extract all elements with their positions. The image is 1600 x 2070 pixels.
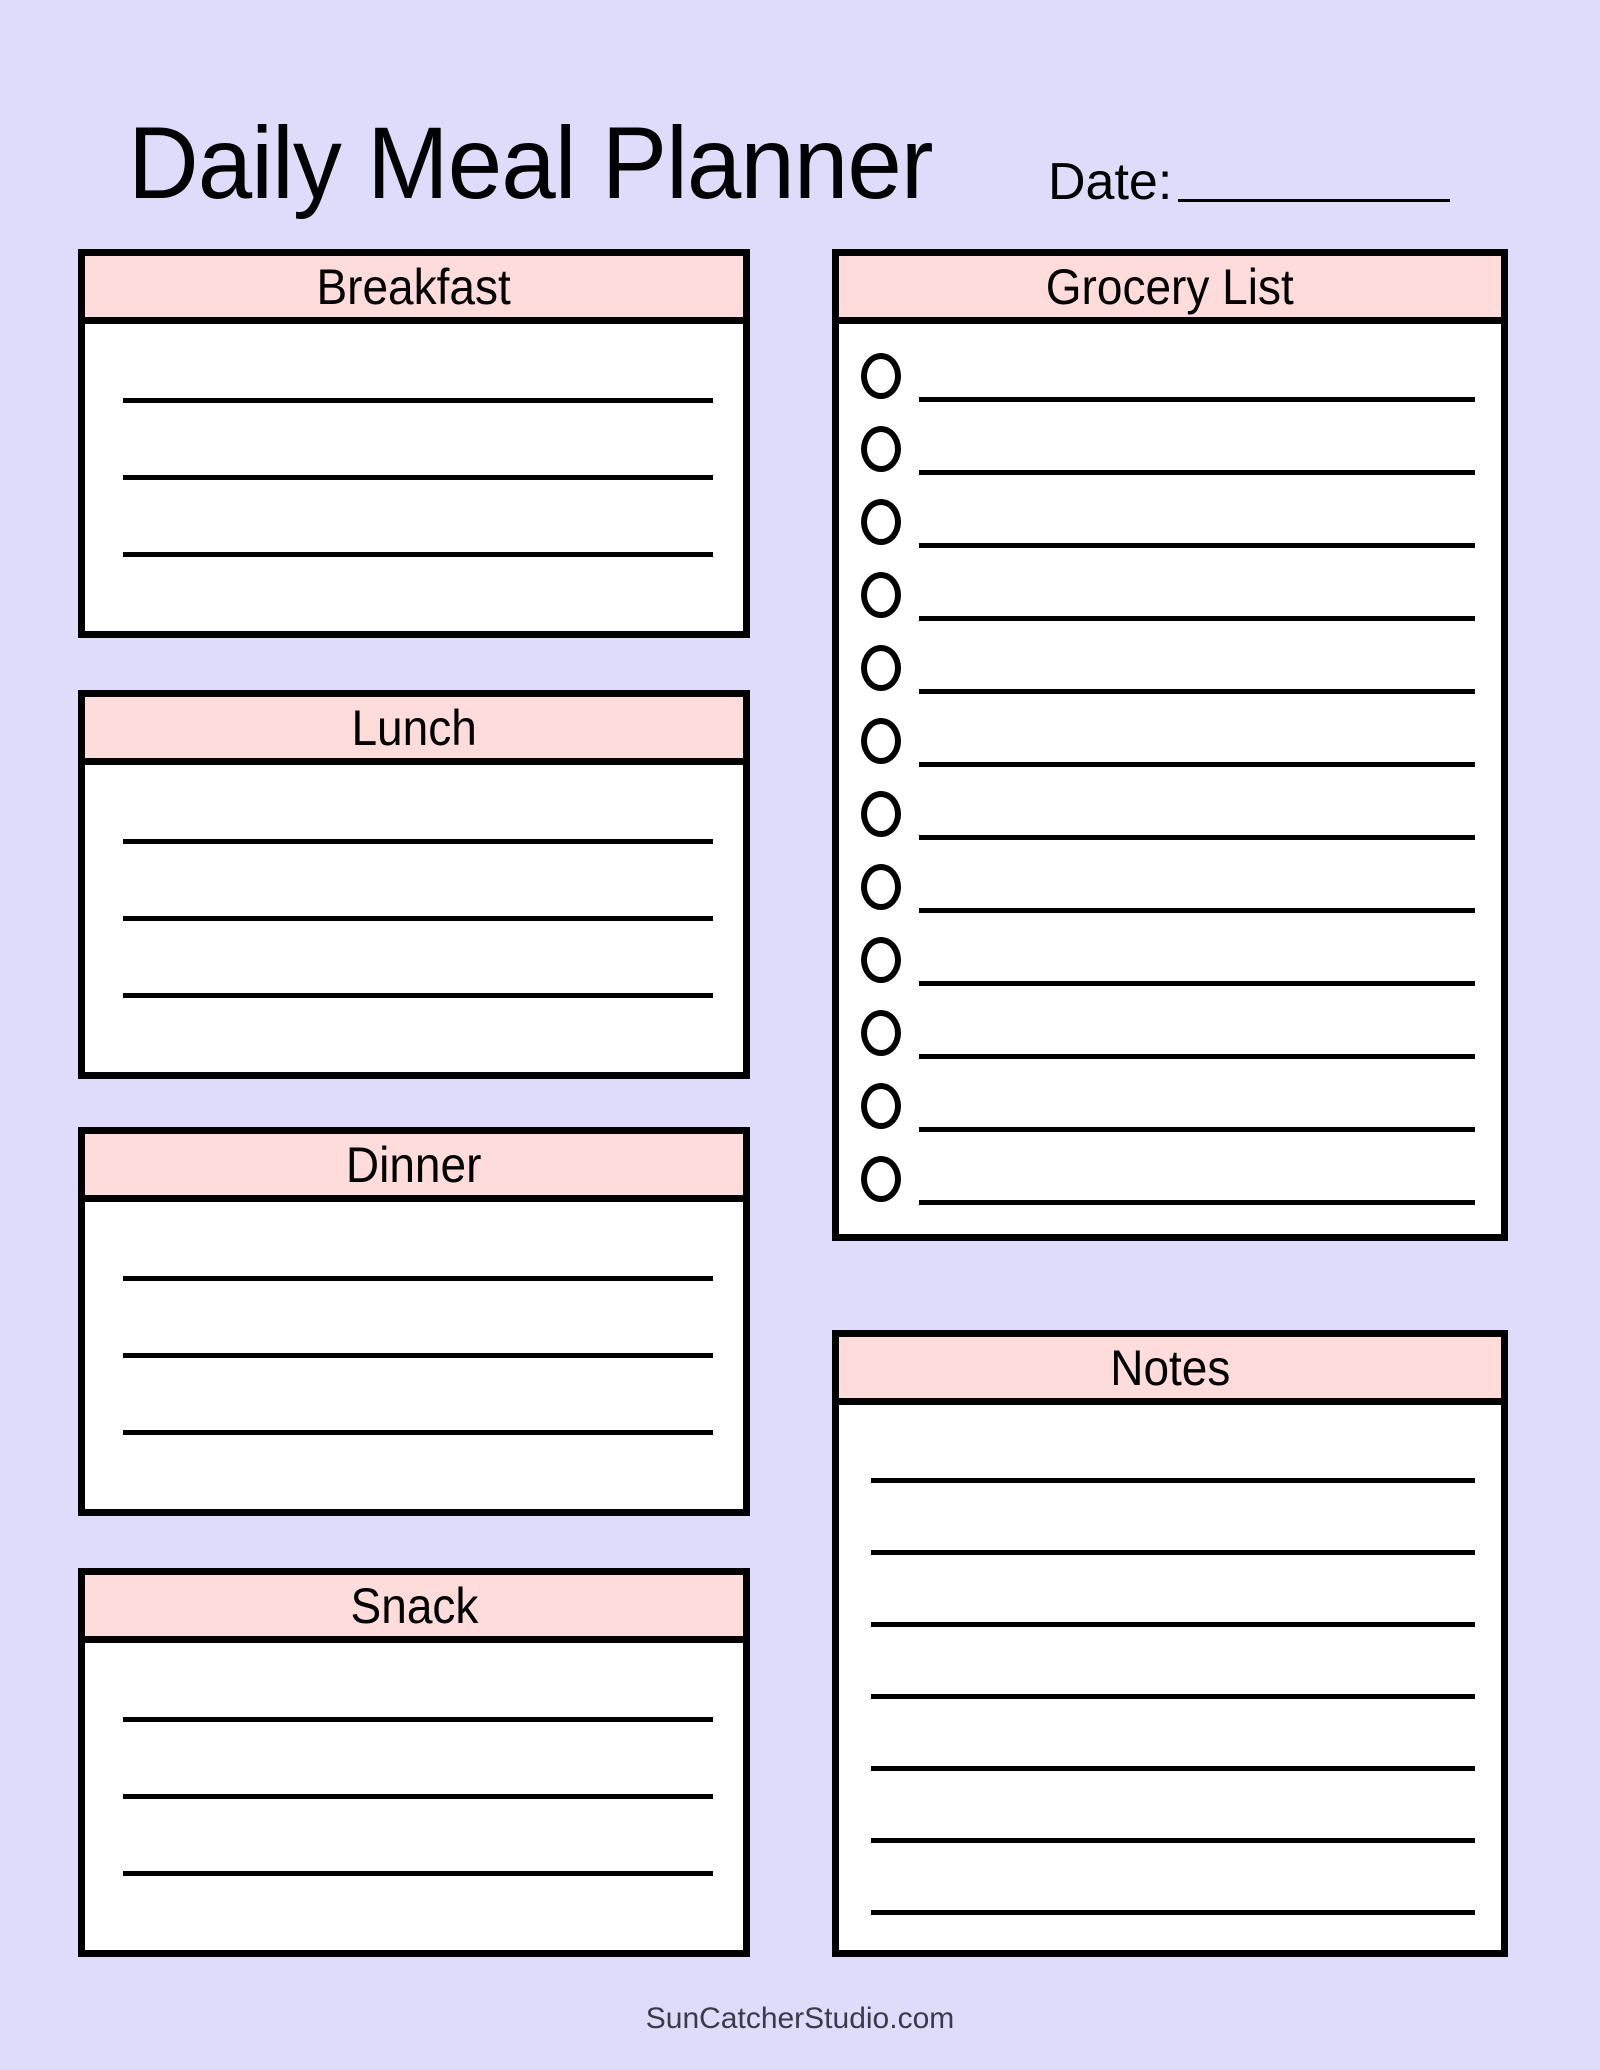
- panel-snack-header: Snack: [85, 1575, 743, 1643]
- date-input-rule[interactable]: [1178, 199, 1451, 202]
- grocery-row[interactable]: [861, 1076, 1475, 1136]
- grocery-item-line[interactable]: [919, 762, 1475, 767]
- grocery-row[interactable]: [861, 857, 1475, 917]
- circle-checkbox-icon[interactable]: [861, 499, 901, 545]
- panel-snack-title: Snack: [350, 1577, 478, 1634]
- page-header: Daily Meal Planner Date:: [0, 60, 1600, 214]
- notes-line-2[interactable]: [871, 1550, 1475, 1555]
- breakfast-line-1[interactable]: [123, 398, 713, 403]
- dinner-lines: [123, 1202, 713, 1509]
- panel-lunch: Lunch: [78, 690, 750, 1079]
- notes-line-5[interactable]: [871, 1766, 1475, 1771]
- snack-line-3[interactable]: [123, 1871, 713, 1876]
- grocery-row[interactable]: [861, 711, 1475, 771]
- circle-checkbox-icon[interactable]: [861, 937, 901, 983]
- dinner-line-1[interactable]: [123, 1276, 713, 1281]
- grocery-row[interactable]: [861, 419, 1475, 479]
- panel-breakfast-title: Breakfast: [316, 258, 512, 315]
- panel-grocery-list: Grocery List: [832, 249, 1508, 1241]
- grocery-row[interactable]: [861, 565, 1475, 625]
- snack-line-1[interactable]: [123, 1717, 713, 1722]
- notes-line-4[interactable]: [871, 1694, 1475, 1699]
- notes-lines: [871, 1405, 1475, 1950]
- lunch-line-2[interactable]: [123, 916, 713, 921]
- lunch-line-1[interactable]: [123, 839, 713, 844]
- grocery-item-line[interactable]: [919, 397, 1475, 402]
- lunch-line-3[interactable]: [123, 993, 713, 998]
- grocery-item-line[interactable]: [919, 1054, 1475, 1059]
- dinner-line-2[interactable]: [123, 1353, 713, 1358]
- notes-line-1[interactable]: [871, 1478, 1475, 1483]
- panel-notes-header: Notes: [839, 1337, 1501, 1405]
- circle-checkbox-icon[interactable]: [861, 864, 901, 910]
- panel-dinner-header: Dinner: [85, 1134, 743, 1202]
- grocery-row[interactable]: [861, 1149, 1475, 1209]
- grocery-row[interactable]: [861, 784, 1475, 844]
- panel-notes-body[interactable]: [839, 1405, 1501, 1950]
- circle-checkbox-icon[interactable]: [861, 353, 901, 399]
- circle-checkbox-icon[interactable]: [861, 1156, 901, 1202]
- circle-checkbox-icon[interactable]: [861, 1083, 901, 1129]
- circle-checkbox-icon[interactable]: [861, 572, 901, 618]
- circle-checkbox-icon[interactable]: [861, 645, 901, 691]
- snack-lines: [123, 1643, 713, 1950]
- snack-line-2[interactable]: [123, 1794, 713, 1799]
- panel-breakfast: Breakfast: [78, 249, 750, 638]
- grocery-item-line[interactable]: [919, 616, 1475, 621]
- lunch-lines: [123, 765, 713, 1072]
- grocery-row[interactable]: [861, 1003, 1475, 1063]
- panel-snack-body[interactable]: [85, 1643, 743, 1950]
- circle-checkbox-icon[interactable]: [861, 426, 901, 472]
- panel-lunch-title: Lunch: [351, 699, 477, 756]
- panel-snack: Snack: [78, 1568, 750, 1957]
- grocery-item-line[interactable]: [919, 1200, 1475, 1205]
- notes-line-7[interactable]: [871, 1910, 1475, 1915]
- panel-lunch-body[interactable]: [85, 765, 743, 1072]
- circle-checkbox-icon[interactable]: [861, 1010, 901, 1056]
- grocery-row[interactable]: [861, 346, 1475, 406]
- panel-grocery-list-title: Grocery List: [1046, 258, 1294, 315]
- grocery-item-line[interactable]: [919, 1127, 1475, 1132]
- panel-lunch-header: Lunch: [85, 697, 743, 765]
- page-title: Daily Meal Planner: [128, 106, 933, 220]
- grocery-item-line[interactable]: [919, 543, 1475, 548]
- panel-notes: Notes: [832, 1330, 1508, 1957]
- panel-breakfast-header: Breakfast: [85, 256, 743, 324]
- panel-grocery-list-header: Grocery List: [839, 256, 1501, 324]
- dinner-line-3[interactable]: [123, 1430, 713, 1435]
- date-field-group: Date:: [1048, 153, 1451, 211]
- grocery-row[interactable]: [861, 492, 1475, 552]
- breakfast-lines: [123, 324, 713, 631]
- grocery-item-line[interactable]: [919, 470, 1475, 475]
- grocery-item-line[interactable]: [919, 981, 1475, 986]
- date-label: Date:: [1048, 153, 1173, 211]
- circle-checkbox-icon[interactable]: [861, 718, 901, 764]
- panel-dinner-body[interactable]: [85, 1202, 743, 1509]
- panel-grocery-list-body[interactable]: [839, 324, 1501, 1234]
- panel-dinner-title: Dinner: [346, 1136, 482, 1193]
- grocery-row[interactable]: [861, 930, 1475, 990]
- panel-notes-title: Notes: [1109, 1339, 1231, 1396]
- panel-breakfast-body[interactable]: [85, 324, 743, 631]
- grocery-row[interactable]: [861, 638, 1475, 698]
- notes-line-3[interactable]: [871, 1622, 1475, 1627]
- meal-planner-page: Daily Meal Planner Date: Breakfast Lunch: [0, 0, 1600, 2070]
- grocery-rows: [839, 324, 1501, 1234]
- panel-dinner: Dinner: [78, 1127, 750, 1516]
- grocery-item-line[interactable]: [919, 689, 1475, 694]
- breakfast-line-2[interactable]: [123, 475, 713, 480]
- footer-watermark: SunCatcherStudio.com: [645, 2002, 955, 2035]
- circle-checkbox-icon[interactable]: [861, 791, 901, 837]
- notes-line-6[interactable]: [871, 1838, 1475, 1843]
- grocery-item-line[interactable]: [919, 908, 1475, 913]
- grocery-item-line[interactable]: [919, 835, 1475, 840]
- breakfast-line-3[interactable]: [123, 552, 713, 557]
